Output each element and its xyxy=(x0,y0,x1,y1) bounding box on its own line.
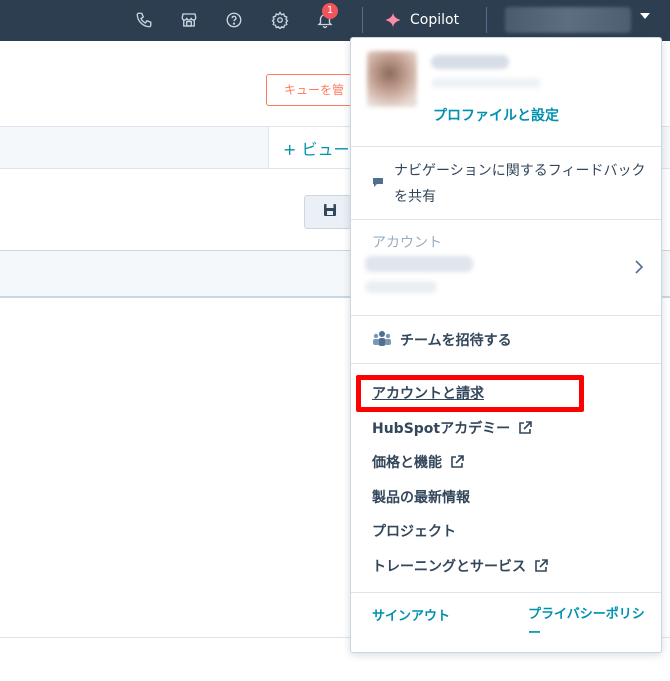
external-link-icon xyxy=(519,421,532,434)
account-id-redacted xyxy=(365,281,437,293)
copilot-label: Copilot xyxy=(410,12,460,28)
account-billing-label: アカウントと請求 xyxy=(372,386,484,402)
avatar xyxy=(367,51,417,107)
product-updates-link[interactable]: 製品の最新情報 xyxy=(372,487,470,507)
menu-divider xyxy=(351,146,661,147)
menu-divider xyxy=(351,592,661,593)
copilot-button[interactable]: Copilot xyxy=(384,8,459,32)
hubspot-academy-label: HubSpotアカデミー xyxy=(372,421,511,437)
manage-queue-button[interactable]: キューを管 xyxy=(266,74,362,106)
user-name-redacted xyxy=(431,55,509,69)
product-updates-label: 製品の最新情報 xyxy=(372,490,470,506)
phone-icon[interactable] xyxy=(132,8,156,32)
top-nav-bar: 1 Copilot xyxy=(0,0,670,41)
training-services-link[interactable]: トレーニングとサービス xyxy=(372,556,548,576)
navigation-feedback-link[interactable]: ナビゲーションに関するフィードバックを共有 xyxy=(394,158,654,210)
hubspot-academy-link[interactable]: HubSpotアカデミー xyxy=(372,418,532,438)
save-icon xyxy=(324,204,336,216)
invite-team-link[interactable]: チームを招待する xyxy=(400,330,512,350)
user-email-redacted xyxy=(431,78,541,88)
pricing-features-link[interactable]: 価格と機能 xyxy=(372,452,464,472)
account-name-redacted[interactable] xyxy=(365,256,473,272)
team-icon xyxy=(373,331,391,346)
account-billing-link[interactable]: アカウントと請求 xyxy=(372,383,484,403)
menu-divider xyxy=(351,219,661,220)
add-view-label: + ビュー xyxy=(283,140,350,159)
nav-divider xyxy=(486,7,487,33)
account-section-label: アカウント xyxy=(372,235,442,251)
sparkle-icon xyxy=(385,12,401,28)
training-services-label: トレーニングとサービス xyxy=(372,559,526,575)
profile-settings-link[interactable]: プロファイルと設定 xyxy=(433,105,559,125)
projects-label: プロジェクト xyxy=(372,524,456,540)
notification-badge: 1 xyxy=(322,3,338,19)
account-dropdown-menu: プロファイルと設定 ナビゲーションに関するフィードバックを共有 アカウント チー… xyxy=(350,37,662,653)
pricing-features-label: 価格と機能 xyxy=(372,455,442,471)
marketplace-icon[interactable] xyxy=(177,8,201,32)
privacy-policy-link[interactable]: プライバシーポリシー xyxy=(528,605,646,643)
caret-down-icon[interactable] xyxy=(640,13,650,19)
settings-icon[interactable] xyxy=(268,8,292,32)
sign-out-link[interactable]: サインアウト xyxy=(372,605,450,624)
nav-divider xyxy=(362,7,363,33)
menu-divider xyxy=(351,315,661,316)
external-link-icon xyxy=(535,559,548,572)
feedback-icon xyxy=(373,178,383,187)
account-switcher[interactable] xyxy=(505,7,631,33)
help-icon[interactable] xyxy=(222,8,246,32)
menu-divider xyxy=(351,363,661,364)
external-link-icon xyxy=(451,455,464,468)
projects-link[interactable]: プロジェクト xyxy=(372,521,456,541)
chevron-right-icon[interactable] xyxy=(634,260,644,274)
